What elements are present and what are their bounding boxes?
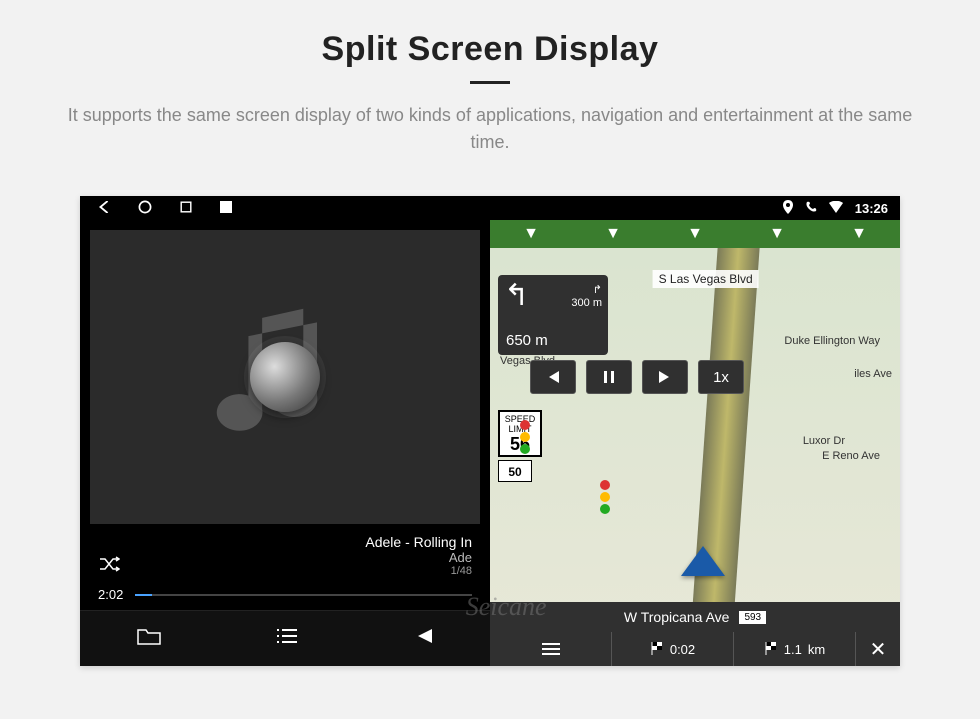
eta-time: 0:02 [670,642,695,657]
location-icon [783,200,793,217]
title-divider [470,81,510,84]
android-navbar [80,196,490,220]
distance-cell[interactable]: 1.1 km [734,632,856,666]
lane-arrow-icon: ▼ [687,225,703,243]
sim-next-button[interactable] [642,360,688,394]
street-label: Luxor Dr [803,435,845,447]
traffic-light-icon [520,420,530,430]
street-label: S Las Vegas Blvd [653,270,759,288]
progress-row: 2:02 [80,583,490,610]
shuffle-icon[interactable] [98,556,120,577]
playlist-icon[interactable] [275,627,299,650]
lane-arrow-icon: ▼ [851,225,867,243]
sim-prev-button[interactable] [530,360,576,394]
current-street-bar: W Tropicana Ave 593 [490,602,900,632]
sim-pause-button[interactable] [586,360,632,394]
sim-speed-button[interactable]: 1x [698,360,744,394]
route-shield: 50 [498,460,532,482]
song-artist: Ade [365,550,472,565]
street-label: iles Ave [854,368,892,380]
traffic-light-icon [600,480,610,490]
street-label: E Reno Ave [822,450,880,462]
lane-arrow-icon: ▼ [769,225,785,243]
lane-arrow-icon: ▼ [523,225,539,243]
recent-icon[interactable] [180,200,192,216]
eta-cell[interactable]: 0:02 [612,632,734,666]
music-pane: Adele - Rolling In Ade 1/48 2:02 [80,196,490,666]
nav-pane: 13:26 ▼ ▼ ▼ ▼ ▼ S Las Vegas Blvd Duke El… [490,196,900,666]
song-title: Adele - Rolling In [365,534,472,550]
sim-controls: 1x [530,360,744,394]
speed-limit-value: 56 [500,434,540,455]
clock-time: 13:26 [855,201,888,216]
menu-button[interactable] [490,632,612,666]
street-label: Duke Ellington Way [784,335,880,347]
next-turn-distance: 300 [571,297,589,309]
next-turn-unit: m [593,297,602,309]
previous-icon[interactable] [412,627,434,650]
page-subtitle: It supports the same screen display of t… [60,102,920,156]
main-turn-unit: m [535,332,548,349]
street-number: 593 [739,611,766,624]
turn-card: ↰ ↱ 300 m 650 m [498,275,608,355]
split-screen-device: Adele - Rolling In Ade 1/48 2:02 [80,196,900,666]
album-art [90,230,480,524]
current-street: W Tropicana Ave [624,609,730,625]
picture-icon[interactable] [220,200,232,216]
page-title: Split Screen Display [60,30,920,69]
vehicle-arrow-icon [681,546,725,576]
status-bar: 13:26 [490,196,900,220]
destination-flag-icon [650,641,664,658]
wifi-icon [829,201,843,216]
nav-bottom-bar: 0:02 1.1 km ✕ [490,632,900,666]
elapsed-time: 2:02 [98,587,123,602]
track-index: 1/48 [365,565,472,577]
turn-right-icon: ↱ [593,284,602,296]
music-bottom-bar [80,610,490,666]
track-info: Adele - Rolling In Ade 1/48 [80,534,490,583]
lane-arrow-icon: ▼ [605,225,621,243]
remaining-km: 1.1 [784,642,802,657]
progress-bar[interactable] [135,594,472,596]
lane-guidance: ▼ ▼ ▼ ▼ ▼ [490,220,900,248]
main-turn-distance: 650 [506,332,531,349]
home-icon[interactable] [138,200,152,217]
remaining-km-unit: km [808,642,825,657]
speed-limit-sign: SPEED LIMIT 56 [498,410,542,457]
phone-icon [805,201,817,216]
back-icon[interactable] [98,200,110,216]
play-knob[interactable] [250,342,320,412]
destination-flag-icon [764,641,778,658]
folder-icon[interactable] [136,626,162,651]
map-canvas[interactable]: ▼ ▼ ▼ ▼ ▼ S Las Vegas Blvd Duke Ellingto… [490,220,900,666]
close-button[interactable]: ✕ [856,632,900,666]
